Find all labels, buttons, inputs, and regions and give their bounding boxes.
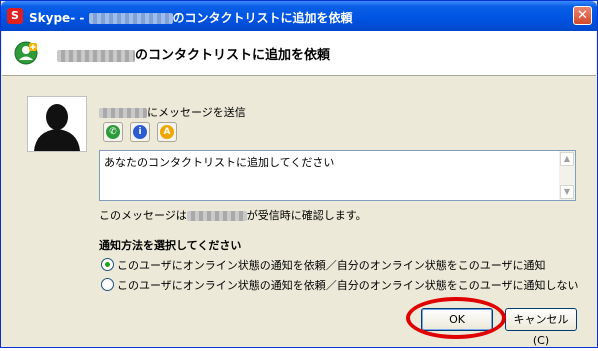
notification-heading: 通知方法を選択してください: [99, 239, 242, 252]
app-name: Skype: [29, 11, 71, 25]
redacted-username: [186, 211, 247, 221]
dialog-header: のコンタクトリストに追加を依頼: [2, 31, 596, 76]
message-textarea[interactable]: あなたのコンタクトリストに追加してください ▲ ▼: [99, 150, 576, 201]
avatar-silhouette-icon: [28, 97, 86, 151]
avatar: [27, 96, 87, 152]
dialog-heading-text: のコンタクトリストに追加を依頼: [135, 48, 331, 63]
dialog-heading: のコンタクトリストに追加を依頼: [57, 44, 330, 63]
note-prefix: このメッセージは: [99, 209, 187, 222]
message-text: あなたのコンタクトリストに追加してください: [104, 156, 335, 169]
confirmation-note: このメッセージは が受信時に確認します。: [99, 207, 367, 223]
info-button[interactable]: i: [130, 122, 150, 142]
scroll-up-icon[interactable]: ▲: [560, 152, 574, 166]
redacted-username: [99, 108, 147, 118]
send-message-text: にメッセージを送信: [147, 106, 246, 119]
info-icon: i: [133, 125, 147, 139]
scroll-down-icon[interactable]: ▼: [560, 185, 574, 199]
title-bar[interactable]: S Skype- - のコンタクトリストに追加を依頼 ✕: [1, 1, 597, 31]
cancel-button[interactable]: キャンセル (C): [505, 308, 577, 347]
notify-option-both[interactable]: このユーザにオンライン状態の通知を依頼／自分のオンライン状態をこのユーザに通知: [101, 257, 546, 273]
close-button[interactable]: ✕: [573, 6, 592, 25]
add-contact-icon: [14, 41, 38, 65]
close-icon: ✕: [577, 8, 588, 23]
call-button[interactable]: ✆: [103, 122, 123, 142]
redacted-username: [57, 49, 135, 62]
title-separator: - -: [70, 11, 85, 25]
radio-selected[interactable]: [101, 258, 114, 271]
notify-option-both-label: このユーザにオンライン状態の通知を依頼／自分のオンライン状態をこのユーザに通知: [117, 259, 546, 272]
message-scrollbar[interactable]: ▲ ▼: [559, 151, 575, 200]
call-icon: ✆: [106, 125, 120, 139]
profile-button[interactable]: A: [157, 122, 177, 142]
note-suffix: が受信時に確認します。: [246, 209, 367, 222]
skype-icon: S: [7, 8, 23, 24]
add-contact-dialog: S Skype- - のコンタクトリストに追加を依頼 ✕ のコンタクトリストに追…: [0, 0, 598, 348]
ok-highlight-annotation: [406, 297, 506, 339]
window-title: Skype- - のコンタクトリストに追加を依頼: [29, 9, 353, 26]
send-message-label: にメッセージを送信: [99, 104, 246, 120]
profile-icon: A: [160, 125, 174, 139]
notify-option-request-only[interactable]: このユーザにオンライン状態の通知を依頼／自分のオンライン状態をこのユーザに通知し…: [101, 277, 579, 293]
radio-unselected[interactable]: [101, 278, 114, 291]
redacted-username: [88, 13, 173, 24]
notify-option-request-only-label: このユーザにオンライン状態の通知を依頼／自分のオンライン状態をこのユーザに通知し…: [117, 279, 579, 292]
title-suffix: のコンタクトリストに追加を依頼: [172, 11, 353, 25]
